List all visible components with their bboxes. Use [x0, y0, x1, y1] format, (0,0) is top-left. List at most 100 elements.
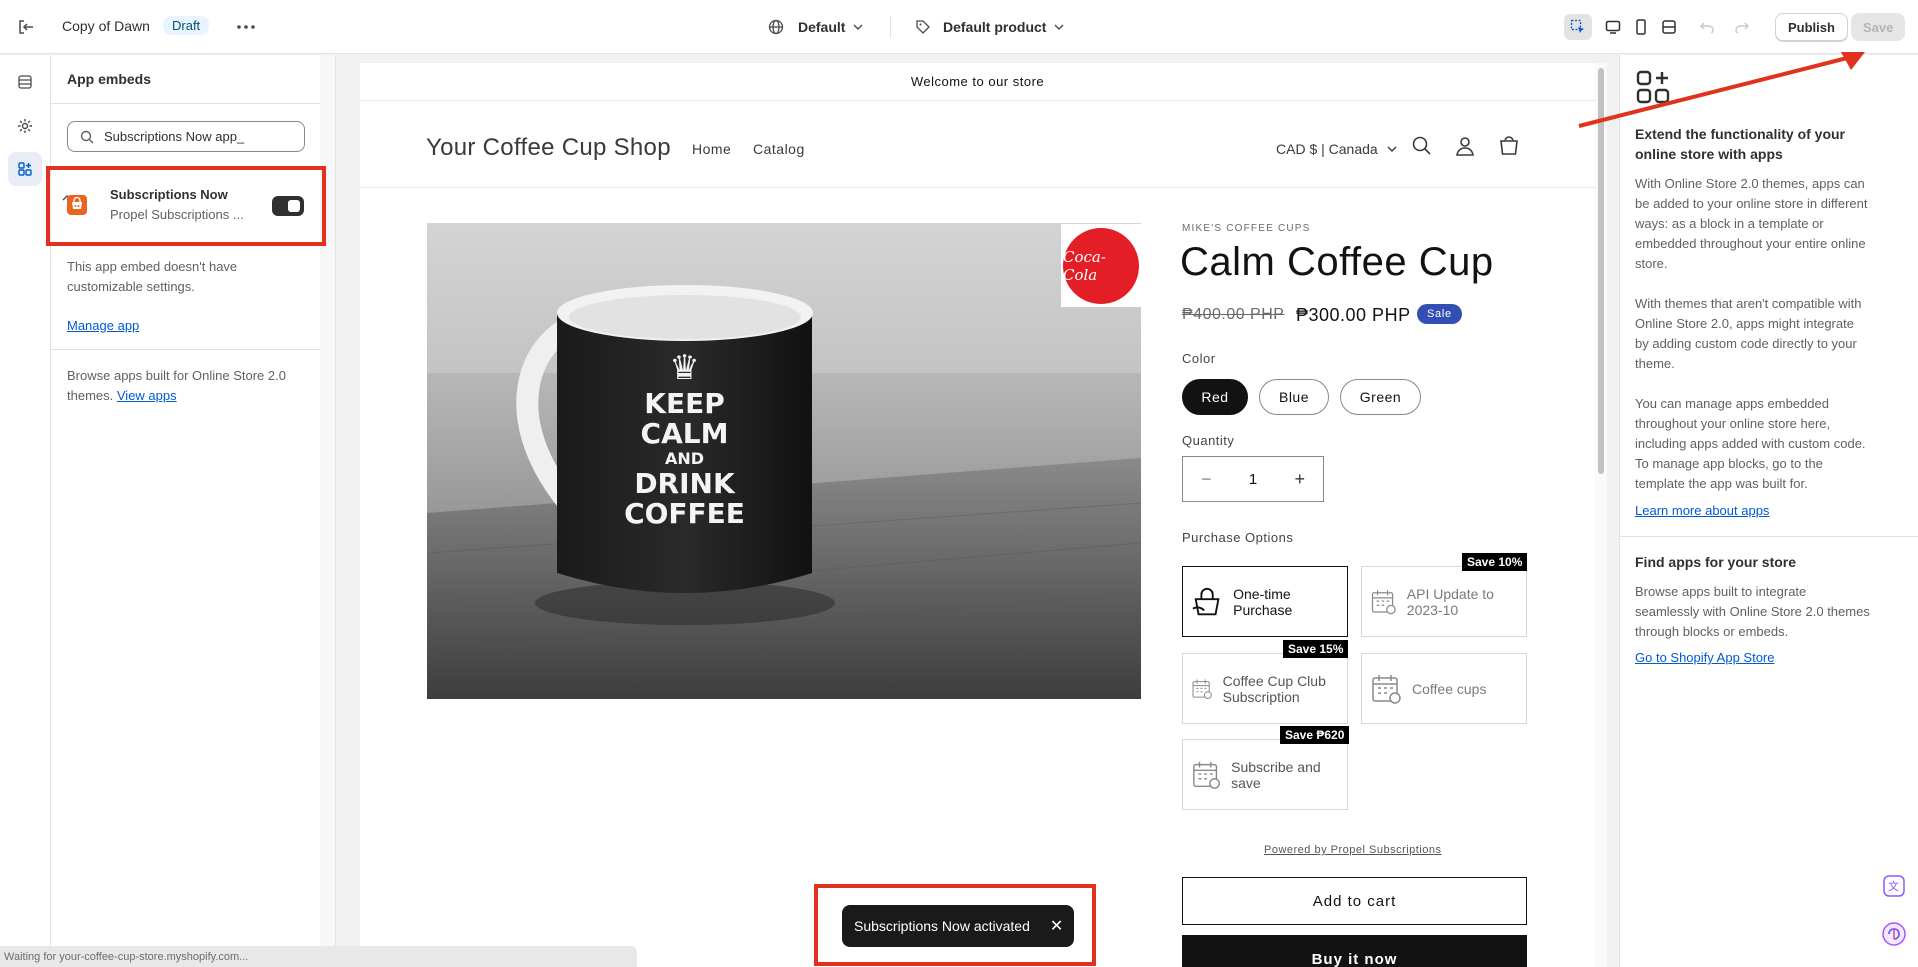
plus-icon[interactable]: + [1294, 469, 1305, 490]
currency-label: CAD $ | Canada [1276, 141, 1378, 157]
mug-text-line: AND [664, 449, 705, 468]
embed-enabled-toggle[interactable] [272, 196, 304, 216]
purchase-option-label: Coffee Cup Club Subscription [1222, 672, 1326, 705]
panel-divider [51, 349, 321, 350]
product-vendor: MIKE'S COFFEE CUPS [1182, 223, 1311, 234]
view-apps-link[interactable]: View apps [117, 388, 177, 403]
mobile-view-icon[interactable] [1627, 14, 1655, 40]
sale-price: ₱300.00 PHP [1296, 305, 1411, 325]
purchase-option-label: One-time Purchase [1233, 585, 1293, 618]
panel-scrollbar[interactable] [320, 55, 336, 967]
announcement-bar: Welcome to our store [360, 63, 1595, 101]
purchase-option-label: API Update to 2023-10 [1406, 585, 1494, 618]
globe-icon [768, 19, 784, 35]
theme-settings-icon[interactable] [8, 109, 42, 143]
find-apps-heading: Find apps for your store [1635, 554, 1797, 570]
coca-cola-logo-text: Coca-Cola [1063, 227, 1139, 304]
crown-icon: ♛ [669, 348, 700, 388]
mug-text-line: KEEP [644, 387, 725, 420]
template-selector[interactable]: Default [768, 15, 863, 39]
manage-app-link[interactable]: Manage app [67, 316, 139, 336]
assistant-icon[interactable] [1879, 919, 1909, 949]
mug-text-line: COFFEE [624, 497, 745, 530]
mug-text-line: CALM [640, 417, 729, 450]
translate-icon[interactable]: 文 [1879, 871, 1909, 901]
sections-icon[interactable] [8, 65, 42, 99]
save-tag: Save 15% [1283, 640, 1349, 658]
close-icon[interactable]: ✕ [1050, 916, 1063, 936]
purchase-option-coffee-club[interactable]: Coffee Cup Club Subscription [1182, 653, 1348, 724]
more-actions-icon[interactable] [234, 15, 258, 39]
mug-text-line: DRINK [634, 467, 735, 500]
info-divider [1620, 536, 1918, 537]
learn-more-link[interactable]: Learn more about apps [1635, 503, 1769, 518]
color-label: Color [1182, 351, 1216, 366]
buy-now-button[interactable]: Buy it now [1182, 935, 1527, 967]
calendar-repeat-icon [1371, 589, 1396, 614]
calendar-repeat-icon [1193, 761, 1220, 789]
embed-name: Subscriptions Now [110, 187, 228, 202]
calendar-repeat-icon [1192, 679, 1212, 699]
browser-status-bar: Waiting for your-coffee-cup-store.myshop… [0, 946, 637, 967]
purchase-option-label: Subscribe and save [1231, 758, 1321, 791]
redo-icon[interactable] [1728, 14, 1756, 40]
store-logo[interactable]: Your Coffee Cup Shop [426, 134, 671, 162]
color-option-blue[interactable]: Blue [1259, 379, 1329, 415]
add-to-cart-button[interactable]: Add to cart [1182, 877, 1527, 925]
theme-name: Copy of Dawn [62, 18, 150, 34]
app-embeds-icon[interactable] [8, 152, 42, 186]
toast-notification: Subscriptions Now activated ✕ [842, 905, 1074, 947]
account-icon[interactable] [1454, 135, 1476, 157]
purchase-option-api-update[interactable]: API Update to 2023-10 [1361, 566, 1527, 637]
app-embeds-panel: App embeds Subscriptions Now app_ Subscr… [51, 55, 321, 967]
coca-cola-logo: Coca-Cola [1061, 224, 1141, 307]
quantity-value[interactable]: 1 [1249, 471, 1257, 488]
search-input[interactable]: Subscriptions Now app_ [67, 121, 305, 152]
find-apps-text: Browse apps built to integrate seamlessl… [1635, 584, 1870, 639]
info-paragraph: With themes that aren't compatible with … [1635, 296, 1862, 371]
panel-title: App embeds [67, 71, 152, 87]
product-selector[interactable]: Default product [915, 15, 1064, 39]
save-tag: Save 10% [1462, 553, 1528, 571]
app-store-link[interactable]: Go to Shopify App Store [1635, 650, 1774, 665]
search-icon[interactable] [1411, 135, 1433, 157]
annotation-arrow [1578, 52, 1865, 128]
fullscreen-icon[interactable] [1655, 14, 1683, 40]
chevron-down-icon [1387, 146, 1397, 152]
info-panel: Extend the functionality of your online … [1619, 55, 1918, 967]
store-preview: Welcome to our store Your Coffee Cup Sho… [360, 63, 1595, 967]
svg-text:文: 文 [1888, 879, 1899, 893]
shopping-bag-icon [1192, 587, 1220, 615]
publish-button[interactable]: Publish [1775, 13, 1848, 41]
product-image[interactable]: ♛ KEEP CALM AND DRINK COFFEE [427, 223, 1141, 699]
embed-subtitle: Propel Subscriptions ... [110, 207, 244, 222]
purchase-option-subscribe-save[interactable]: Subscribe and save [1182, 739, 1348, 810]
panel-divider [51, 103, 321, 104]
purchase-option-one-time[interactable]: One-time Purchase [1182, 566, 1348, 637]
color-option-green[interactable]: Green [1340, 379, 1421, 415]
tag-icon [916, 20, 930, 34]
template-selector-label: Default [798, 19, 846, 35]
desktop-view-icon[interactable] [1599, 14, 1627, 40]
color-option-red[interactable]: Red [1182, 379, 1248, 415]
purchase-option-coffee-cups[interactable]: Coffee cups [1361, 653, 1527, 724]
mug-print: ♛ KEEP CALM AND DRINK COFFEE [607, 348, 762, 530]
exit-icon[interactable] [14, 15, 38, 39]
quantity-stepper[interactable]: − 1 + [1182, 456, 1324, 502]
search-icon [80, 130, 94, 143]
info-paragraph: With Online Store 2.0 themes, apps can b… [1635, 176, 1868, 271]
nav-catalog-link[interactable]: Catalog [753, 141, 805, 157]
powered-by-link[interactable]: Powered by Propel Subscriptions [1264, 844, 1442, 856]
save-button[interactable]: Save [1851, 13, 1906, 41]
quantity-label: Quantity [1182, 433, 1235, 448]
cart-icon[interactable] [1498, 135, 1520, 157]
sale-badge: Sale [1417, 304, 1462, 324]
undo-icon[interactable] [1693, 14, 1721, 40]
info-paragraph: You can manage apps embedded throughout … [1635, 396, 1866, 491]
minus-icon[interactable]: − [1201, 469, 1212, 490]
nav-home-link[interactable]: Home [692, 141, 731, 157]
panel-divider [51, 243, 321, 244]
currency-selector[interactable]: CAD $ | Canada [1276, 141, 1397, 157]
inspector-icon[interactable] [1564, 14, 1592, 40]
chevron-down-icon [1054, 24, 1064, 30]
